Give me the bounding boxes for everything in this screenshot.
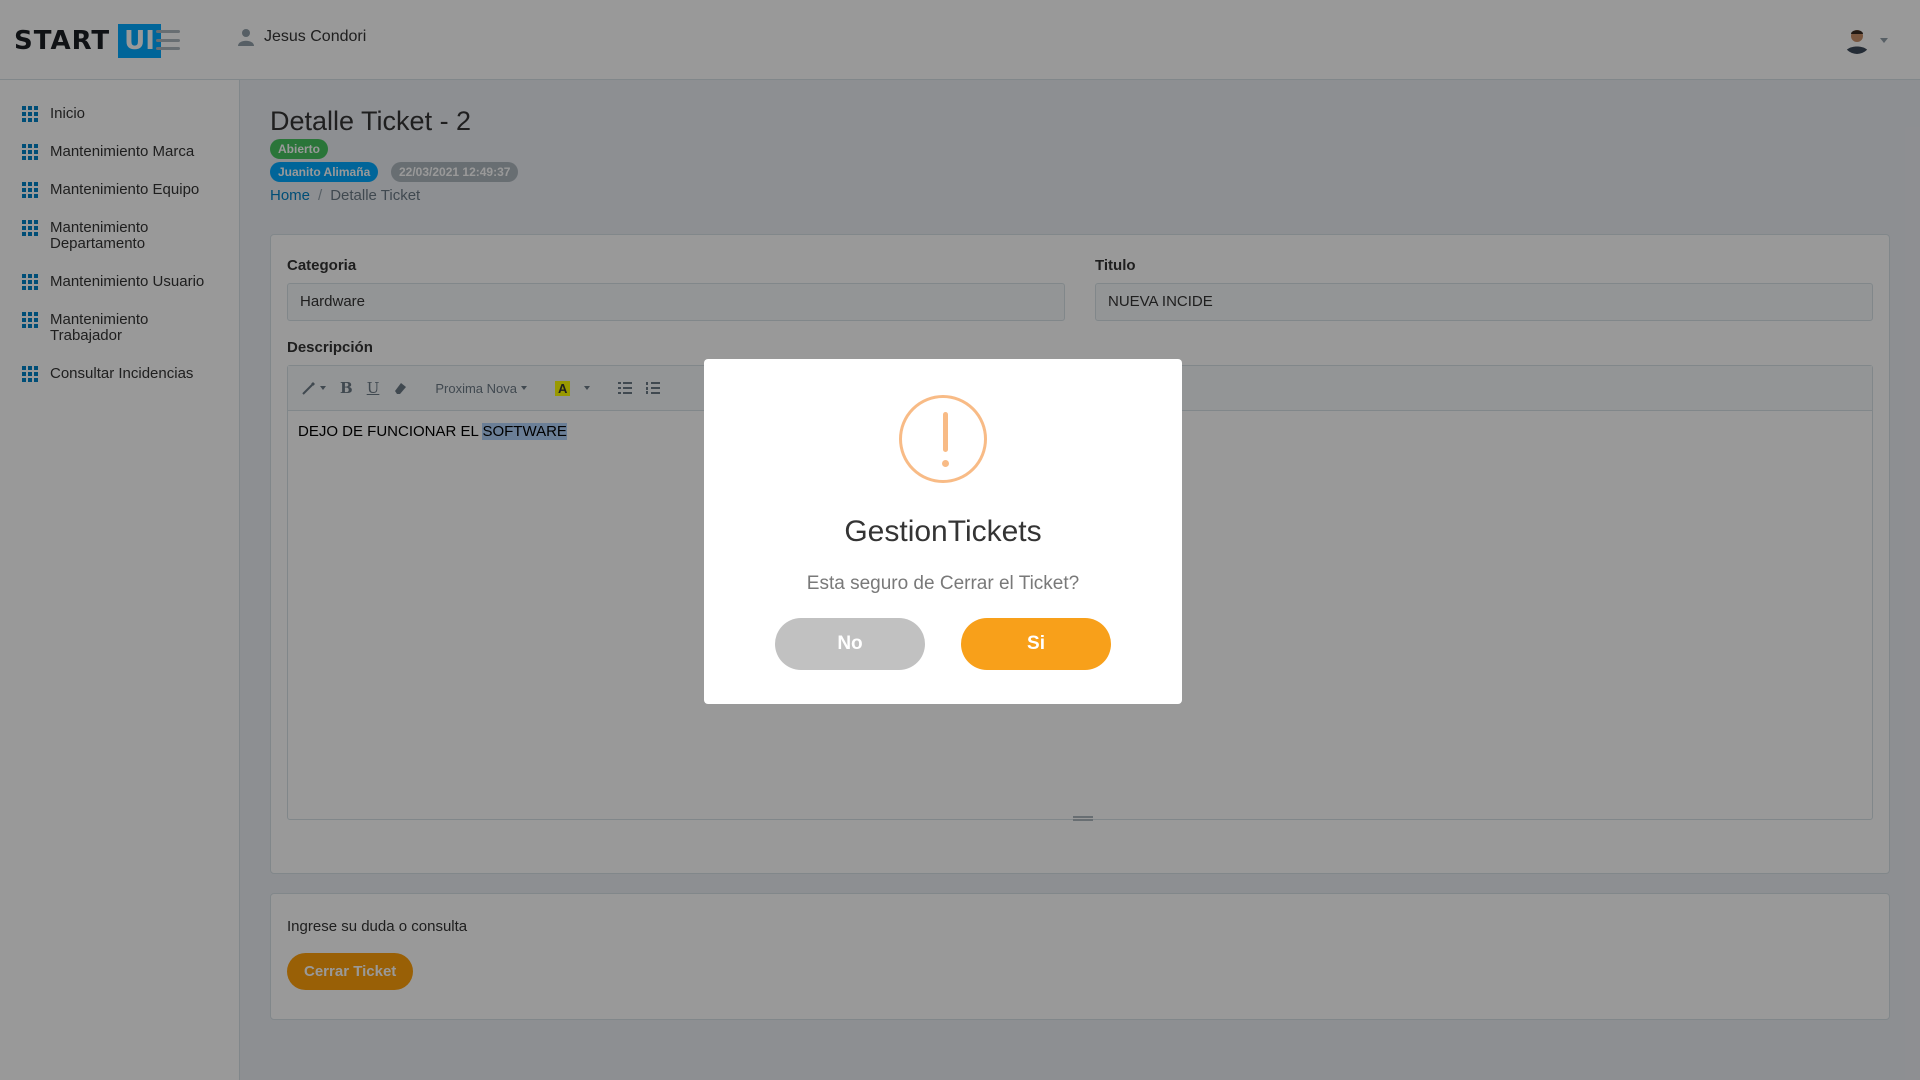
dialog-title: GestionTickets bbox=[844, 515, 1042, 548]
no-button[interactable]: No bbox=[775, 618, 925, 670]
confirm-dialog: GestionTickets Esta seguro de Cerrar el … bbox=[704, 359, 1182, 704]
si-button[interactable]: Si bbox=[961, 618, 1111, 670]
warning-icon bbox=[899, 395, 987, 483]
dialog-message: Esta seguro de Cerrar el Ticket? bbox=[806, 573, 1080, 594]
